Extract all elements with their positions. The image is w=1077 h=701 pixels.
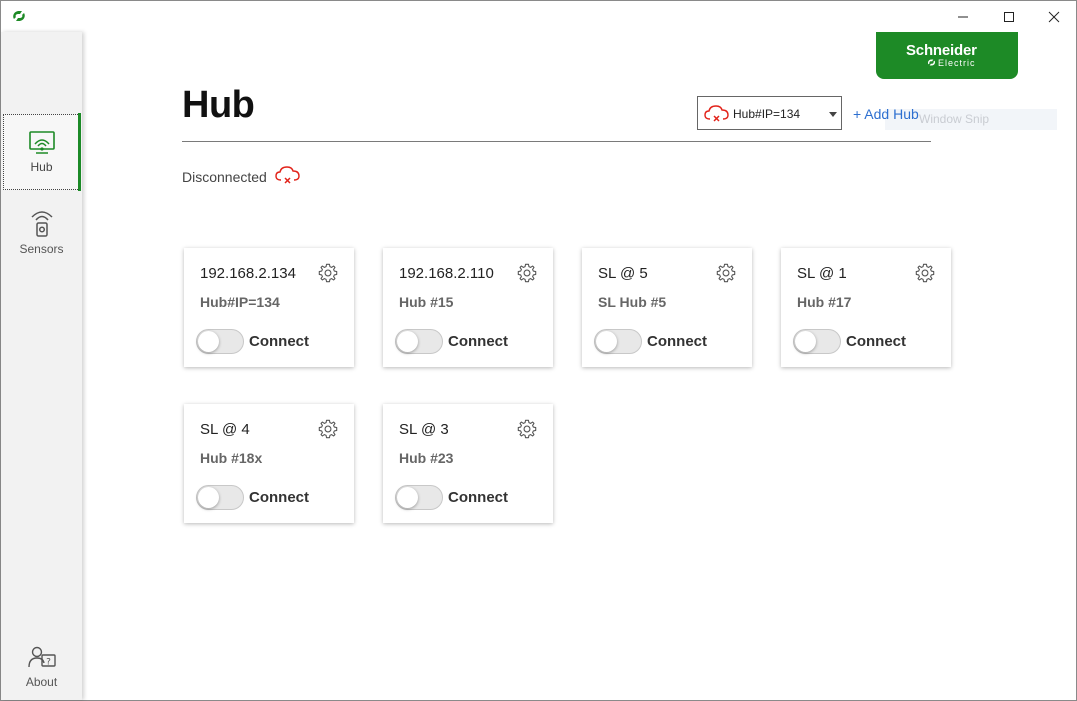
sidebar-item-label: Hub (30, 160, 53, 174)
hub-card-subtitle: SL Hub #5 (598, 294, 667, 310)
sidebar: Hub Sensors ? About (1, 32, 82, 700)
close-icon (1048, 11, 1060, 22)
maximize-icon (1004, 11, 1014, 22)
connect-toggle[interactable] (196, 485, 244, 510)
connection-status: Disconnected (182, 169, 267, 185)
gear-icon[interactable] (715, 262, 737, 284)
header-divider (182, 141, 931, 142)
connect-toggle[interactable] (594, 329, 642, 354)
gear-icon[interactable] (516, 262, 538, 284)
svg-text:?: ? (46, 658, 51, 668)
hub-card-subtitle: Hub #23 (399, 450, 454, 466)
connect-label: Connect (647, 333, 707, 350)
hub-card: SL @ 1 Hub #17 Connect (781, 248, 951, 367)
connect-label: Connect (249, 333, 309, 350)
hub-card-subtitle: Hub #18x (200, 450, 263, 466)
title-bar (1, 1, 1076, 32)
brand-logo: Schneider Electric (876, 32, 1018, 79)
hub-card-subtitle: Hub#IP=134 (200, 294, 280, 310)
hub-card: 192.168.2.110 Hub #15 Connect (383, 248, 553, 367)
toggle-knob (397, 487, 418, 508)
hub-card-title: 192.168.2.134 (200, 265, 296, 282)
about-user-icon: ? (27, 646, 56, 668)
maximize-button[interactable] (986, 1, 1032, 32)
close-button[interactable] (1031, 1, 1077, 32)
hub-card: SL @ 3 Hub #23 Connect (383, 404, 553, 523)
toggle-knob (795, 331, 816, 352)
hub-card: 192.168.2.134 Hub#IP=134 Connect (184, 248, 354, 367)
hub-card-title: SL @ 1 (797, 265, 847, 282)
sidebar-item-label: Sensors (19, 242, 64, 256)
app-window: Hub Sensors ? About Schneider Electric H… (0, 0, 1077, 701)
gear-icon[interactable] (317, 418, 339, 440)
connect-label: Connect (249, 489, 309, 506)
connect-toggle[interactable] (793, 329, 841, 354)
hub-card-title: SL @ 3 (399, 421, 449, 438)
brand-sub: Electric (938, 58, 976, 68)
cloud-disconnected-icon (704, 105, 729, 122)
hub-card: SL @ 5 SL Hub #5 Connect (582, 248, 752, 367)
brand-name: Schneider (906, 42, 977, 59)
hub-card-subtitle: Hub #15 (399, 294, 454, 310)
toggle-knob (596, 331, 617, 352)
minimize-icon (958, 16, 968, 17)
sidebar-item-sensors[interactable]: Sensors (3, 194, 80, 270)
gear-icon[interactable] (317, 262, 339, 284)
hub-card-subtitle: Hub #17 (797, 294, 852, 310)
hub-dropdown[interactable]: Hub#IP=134 (697, 96, 842, 130)
gear-icon[interactable] (516, 418, 538, 440)
brand-mark-icon (927, 59, 936, 66)
connect-toggle[interactable] (395, 329, 443, 354)
active-indicator (78, 113, 81, 191)
gear-icon[interactable] (914, 262, 936, 284)
sensor-icon (30, 211, 53, 237)
toggle-knob (397, 331, 418, 352)
hub-dropdown-value: Hub#IP=134 (733, 107, 801, 121)
hub-wifi-icon (28, 131, 55, 154)
app-logo-icon (13, 11, 25, 21)
minimize-button[interactable] (940, 1, 986, 32)
add-hub-button[interactable]: + Add Hub (853, 106, 919, 122)
connect-label: Connect (448, 333, 508, 350)
sidebar-item-hub[interactable]: Hub (3, 114, 80, 190)
hub-card: SL @ 4 Hub #18x Connect (184, 404, 354, 523)
sidebar-item-label: About (25, 675, 58, 689)
toggle-knob (198, 331, 219, 352)
hub-card-title: SL @ 5 (598, 265, 648, 282)
page-title: Hub (182, 84, 255, 126)
hub-card-title: SL @ 4 (200, 421, 250, 438)
sidebar-item-about[interactable]: ? About (3, 629, 80, 701)
cloud-disconnected-icon (275, 166, 300, 184)
connect-toggle[interactable] (395, 485, 443, 510)
toggle-knob (198, 487, 219, 508)
hub-card-title: 192.168.2.110 (399, 265, 494, 282)
connect-label: Connect (448, 489, 508, 506)
connect-toggle[interactable] (196, 329, 244, 354)
connect-label: Connect (846, 333, 906, 350)
chevron-down-icon (829, 112, 837, 117)
